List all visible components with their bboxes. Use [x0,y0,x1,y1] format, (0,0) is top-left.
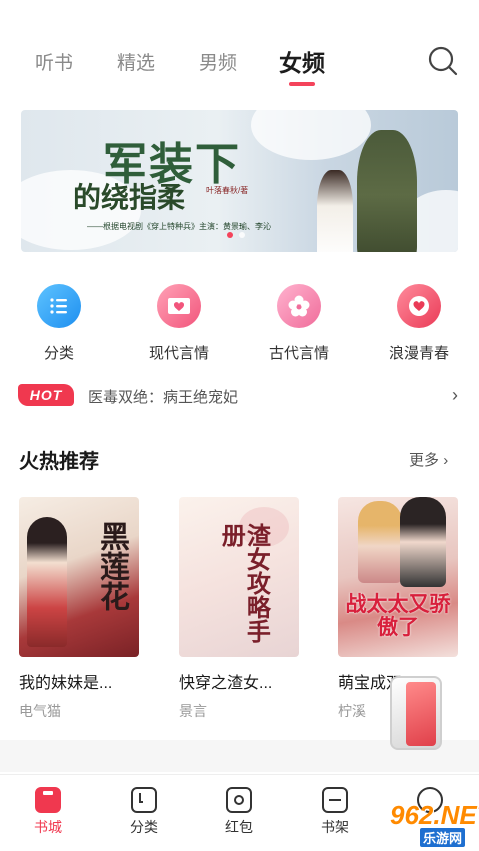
site-watermark: 962.NET 乐游网 [376,800,479,847]
nav-label: 书城 [34,819,62,835]
banner-pagination [227,232,245,238]
cover-illustration [27,517,67,647]
promo-banner[interactable]: 军装下 的绕指柔 叶落春秋/著 ——根据电视剧《穿上特种兵》主演：黄景瑜、李沁 [21,110,458,252]
nav-bookstore[interactable]: 书城 [18,787,78,837]
chevron-right-icon: › [443,452,449,469]
book-title: 我的妹妹是... [19,675,113,692]
nav-label: 书架 [321,819,349,835]
section-title: 火热推荐 [19,451,99,473]
watermark-sub: 乐游网 [420,828,466,847]
top-tab-bar: 听书 精选 男频 女频 [0,0,479,100]
pagination-dot[interactable] [239,232,245,238]
book-cover[interactable]: 渣女攻略手册 [179,497,299,657]
category-youth-romance[interactable]: 浪漫青春 [374,284,464,363]
category-label: 分类 [43,345,74,362]
book-cover[interactable]: 黑莲花 [19,497,139,657]
flower-icon [277,284,321,328]
phone-screen [406,682,436,746]
book-cover[interactable]: 战太太又骄傲了 [338,497,458,657]
cover-title: 黑莲花 [95,521,128,611]
book-title: 快穿之渣女... [179,675,273,692]
bookshelf-icon [322,787,348,813]
chevron-right-icon[interactable]: › [452,385,458,406]
tab-listen[interactable]: 听书 [35,48,73,75]
hot-badge: HOT [18,384,74,406]
category-ancient-romance[interactable]: 古代言情 [254,284,344,363]
category-label: 现代言情 [148,345,209,362]
phone-device-overlay [390,676,442,750]
category-icon [131,787,157,813]
heart-icon [397,284,441,328]
active-tab-indicator [289,82,315,86]
cover-illustration [358,501,402,583]
hot-book-title[interactable]: 医毒双绝：病王绝宠妃 [88,386,238,407]
search-button[interactable] [426,44,460,78]
book-author: 电气猫 [19,703,61,719]
banner-heroine-illustration [317,170,353,252]
nav-red-packet[interactable]: 红包 [209,787,269,837]
nav-label: 红包 [225,819,253,835]
tab-female[interactable]: 女频 [279,44,325,78]
list-icon [37,284,81,328]
tab-featured[interactable]: 精选 [117,48,155,75]
nav-category[interactable]: 分类 [114,787,174,837]
category-label: 浪漫青春 [388,345,449,362]
book-card[interactable]: 渣女攻略手册 快穿之渣女... 景言 [179,497,301,721]
cover-illustration [400,497,446,587]
banner-author: 叶落春秋/著 [206,186,249,195]
red-packet-icon [226,787,252,813]
banner-cloud [251,110,371,160]
cover-title: 渣女攻略手册 [217,523,269,643]
heart-envelope-icon [157,284,201,328]
category-all[interactable]: 分类 [14,284,104,363]
banner-credit: ——根据电视剧《穿上特种兵》主演：黄景瑜、李沁 [87,222,271,231]
more-link[interactable]: 更多 › [409,449,448,470]
watermark-logo: 962.NET [390,800,479,830]
book-author: 景言 [179,703,207,719]
banner-subtitle: 的绕指柔 [73,183,186,214]
category-modern-romance[interactable]: 现代言情 [134,284,224,363]
search-icon [428,46,458,76]
bookstore-icon [35,787,61,813]
banner-soldier-illustration [357,130,417,252]
category-label: 古代言情 [268,345,329,362]
cover-title: 战太太又骄傲了 [345,592,451,640]
nav-bookshelf[interactable]: 书架 [305,787,365,837]
nav-label: 分类 [130,819,158,835]
more-label: 更多 [409,452,440,469]
pagination-dot-active[interactable] [227,232,233,238]
book-card[interactable]: 黑莲花 我的妹妹是... 电气猫 [19,497,141,721]
tab-male[interactable]: 男频 [199,48,237,75]
hot-recommendation-row[interactable]: HOT 医毒双绝：病王绝宠妃 › [18,383,468,409]
